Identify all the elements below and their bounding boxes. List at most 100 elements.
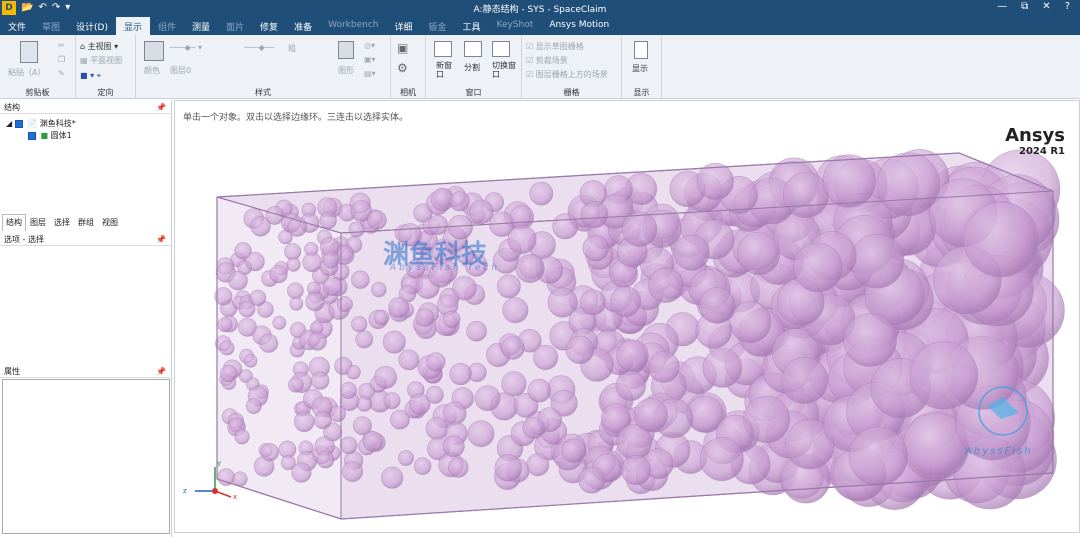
- color-swatch-icon[interactable]: [144, 41, 164, 61]
- tab-11[interactable]: 钣金: [421, 17, 455, 35]
- particle-sphere[interactable]: [449, 362, 472, 386]
- panel-tab-3[interactable]: 群组: [74, 214, 98, 231]
- display-doc-icon[interactable]: [634, 41, 648, 59]
- style-option-icon-2[interactable]: ▣▾: [364, 55, 376, 64]
- particle-sphere[interactable]: [228, 270, 248, 291]
- copy-icon[interactable]: ❐: [58, 55, 65, 64]
- tab-5[interactable]: 测量: [184, 17, 218, 35]
- particle-sphere[interactable]: [398, 450, 414, 466]
- format-painter-icon[interactable]: ✎: [58, 69, 65, 78]
- particle-sphere[interactable]: [288, 376, 304, 393]
- particle-sphere[interactable]: [291, 462, 312, 483]
- tab-9[interactable]: Workbench: [320, 17, 386, 35]
- particle-sphere[interactable]: [616, 339, 649, 372]
- particle-sphere[interactable]: [284, 243, 302, 261]
- particle-sphere[interactable]: [245, 251, 265, 272]
- particle-sphere[interactable]: [501, 336, 525, 360]
- particle-sphere[interactable]: [527, 378, 552, 403]
- paste-icon[interactable]: [20, 41, 38, 63]
- particle-sphere[interactable]: [427, 214, 448, 236]
- tab-10[interactable]: 详细: [386, 17, 420, 35]
- particle-sphere[interactable]: [355, 330, 374, 349]
- particle-sphere[interactable]: [515, 253, 545, 283]
- tab-13[interactable]: KeyShot: [489, 17, 542, 35]
- particle-sphere[interactable]: [217, 317, 233, 333]
- tab-8[interactable]: 准备: [286, 17, 320, 35]
- tab-0[interactable]: 文件: [0, 17, 34, 35]
- new-window-icon[interactable]: [434, 41, 452, 57]
- particle-sphere[interactable]: [729, 301, 772, 344]
- particle-sphere[interactable]: [319, 211, 337, 230]
- particle-scene[interactable]: [175, 101, 1079, 532]
- tab-4[interactable]: 组件: [150, 17, 184, 35]
- visibility-checkbox[interactable]: [14, 119, 23, 128]
- particle-sphere[interactable]: [565, 335, 595, 365]
- pin-icon[interactable]: 📌: [156, 234, 166, 246]
- particle-sphere[interactable]: [371, 281, 387, 298]
- particle-sphere[interactable]: [374, 365, 398, 389]
- particle-sphere[interactable]: [702, 348, 743, 388]
- particle-sphere[interactable]: [272, 315, 287, 330]
- cut-icon[interactable]: ✂: [58, 41, 65, 50]
- particle-sphere[interactable]: [232, 471, 248, 487]
- particle-sphere[interactable]: [313, 411, 332, 430]
- particle-sphere[interactable]: [449, 191, 470, 212]
- particle-sphere[interactable]: [383, 392, 401, 410]
- particle-sphere[interactable]: [909, 341, 979, 410]
- particle-sphere[interactable]: [413, 457, 432, 476]
- particle-sphere[interactable]: [351, 316, 368, 333]
- line-style-slider[interactable]: ───◆─ ▾: [170, 43, 202, 52]
- particle-sphere[interactable]: [580, 201, 608, 229]
- particle-sphere[interactable]: [322, 276, 343, 297]
- tree-child[interactable]: ■ 圆体1: [28, 130, 72, 141]
- particle-sphere[interactable]: [622, 211, 658, 247]
- particle-sphere[interactable]: [529, 181, 554, 206]
- section-view-button[interactable]: 图形: [338, 65, 354, 76]
- style-option-icon-1[interactable]: ◎▾: [364, 41, 375, 50]
- particle-sphere[interactable]: [648, 351, 680, 383]
- particle-sphere[interactable]: [843, 313, 897, 367]
- particle-sphere[interactable]: [366, 210, 387, 230]
- particle-sphere[interactable]: [381, 466, 404, 489]
- particle-sphere[interactable]: [302, 252, 322, 273]
- particle-sphere[interactable]: [466, 320, 487, 342]
- particle-sphere[interactable]: [342, 460, 364, 482]
- particle-sphere[interactable]: [382, 330, 406, 354]
- particle-sphere[interactable]: [243, 353, 258, 368]
- panel-tab-1[interactable]: 图层: [26, 214, 50, 231]
- particle-sphere[interactable]: [822, 154, 876, 208]
- particle-sphere[interactable]: [245, 398, 262, 414]
- particle-sphere[interactable]: [316, 450, 335, 469]
- particle-sphere[interactable]: [269, 265, 288, 284]
- pin-icon[interactable]: 📌: [156, 366, 166, 378]
- particle-sphere[interactable]: [250, 216, 271, 237]
- tab-3[interactable]: 显示: [115, 17, 150, 35]
- panel-tab-4[interactable]: 视图: [98, 214, 122, 231]
- particle-sphere[interactable]: [336, 296, 353, 313]
- particle-sphere[interactable]: [311, 371, 330, 390]
- particle-sphere[interactable]: [452, 275, 477, 301]
- plane-view-button[interactable]: ▦ 平面视图: [80, 55, 122, 66]
- tab-2[interactable]: 设计(D): [68, 17, 116, 35]
- home-view-button[interactable]: ⌂ 主视图 ▾: [80, 41, 118, 52]
- particle-sphere[interactable]: [876, 152, 941, 216]
- tab-6[interactable]: 面片: [218, 17, 252, 35]
- particle-sphere[interactable]: [507, 225, 537, 255]
- close-icon[interactable]: ✕: [1042, 1, 1050, 12]
- particle-sphere[interactable]: [494, 454, 522, 482]
- particle-sphere[interactable]: [442, 310, 461, 329]
- particle-sphere[interactable]: [351, 270, 370, 289]
- particle-sphere[interactable]: [442, 401, 467, 426]
- expand-icon[interactable]: ◢: [6, 119, 12, 128]
- particle-sphere[interactable]: [582, 235, 609, 262]
- panel-tab-0[interactable]: 结构: [2, 214, 26, 231]
- display-button[interactable]: 显示: [632, 63, 648, 74]
- pin-icon[interactable]: 📌: [156, 102, 166, 114]
- particle-sphere[interactable]: [287, 282, 304, 300]
- switch-window-icon[interactable]: [492, 41, 510, 57]
- particle-sphere[interactable]: [305, 292, 325, 312]
- camera-cube-icon[interactable]: ▣: [397, 41, 408, 55]
- particle-sphere[interactable]: [308, 331, 327, 351]
- particle-sphere[interactable]: [579, 289, 606, 316]
- particle-sphere[interactable]: [398, 349, 420, 371]
